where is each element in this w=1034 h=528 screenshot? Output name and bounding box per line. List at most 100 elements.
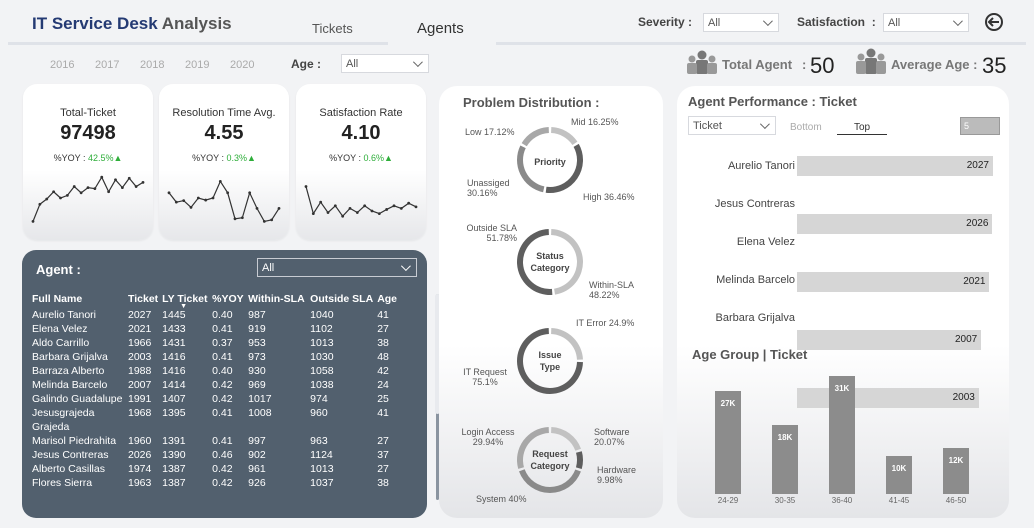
title-underline — [8, 42, 388, 45]
col-yoy[interactable]: %YOY — [210, 290, 246, 308]
tab-agents[interactable]: Agents — [417, 20, 464, 37]
age-bar-30-35[interactable]: 18K — [772, 425, 798, 494]
table-row[interactable]: Galindo Guadalupe 1991 1407 0.42 1017 974 25 — [30, 392, 405, 406]
severity-dropdown[interactable]: All — [703, 13, 779, 32]
table-cell: 997 — [248, 435, 266, 447]
satisfaction-dropdown[interactable]: All — [883, 13, 969, 32]
tab-tickets[interactable]: Tickets — [312, 21, 353, 36]
col-outside-sla[interactable]: Outside SLA — [308, 290, 375, 308]
table-row[interactable]: Aldo Carrillo 1966 1431 0.37 953 1013 38 — [30, 336, 405, 350]
donut-slice-low[interactable] — [521, 127, 549, 147]
table-row[interactable]: Flores Sierra 1963 1387 0.42 926 1037 38 — [30, 476, 405, 490]
age-bar-46-50[interactable]: 12K — [943, 448, 969, 494]
table-cell: 1974 — [128, 463, 152, 475]
table-cell: 27 — [377, 435, 389, 447]
app-title-sub: Analysis — [161, 14, 232, 33]
sparkline-point — [341, 214, 345, 218]
table-cell: 1017 — [248, 393, 272, 405]
sparkline-point — [363, 204, 367, 208]
table-row[interactable]: Jesus Contreras 2026 1390 0.46 902 1124 37 — [30, 448, 405, 462]
age-axis-tick: 36-40 — [831, 496, 853, 505]
kpi-value: 4.55 — [204, 122, 244, 144]
table-cell: 41 — [377, 309, 389, 321]
label-mid: Mid 16.25% — [571, 117, 619, 127]
sparkline-point — [348, 207, 352, 210]
chevron-down-icon — [412, 57, 423, 68]
table-cell: 1988 — [128, 365, 152, 377]
table-cell: 1963 — [128, 477, 152, 489]
donut-slice-high[interactable] — [545, 143, 583, 193]
table-row[interactable]: Melinda Barcelo 2007 1414 0.42 969 1038 24 — [30, 378, 405, 392]
age-bar-label: 10K — [891, 463, 907, 473]
table-cell: 974 — [310, 393, 328, 405]
table-cell: 1390 — [162, 449, 186, 461]
label-high: High 36.46% — [583, 192, 635, 202]
sparkline-point — [65, 194, 69, 197]
average-age-value: 35 — [982, 53, 1007, 78]
navigate-back-icon[interactable] — [984, 12, 1004, 32]
donut-slice-system[interactable] — [519, 469, 581, 493]
col-ly-ticket[interactable]: LY Ticket ▼ — [160, 290, 210, 310]
table-cell: 930 — [248, 365, 266, 377]
table-row[interactable]: Jesusgrajeda Grajeda 1968 1395 0.41 1008 960 4… — [30, 406, 405, 434]
year-2018[interactable]: 2018 — [140, 59, 164, 71]
age-dropdown[interactable]: All — [341, 54, 429, 73]
table-cell: Elena Velez — [32, 323, 88, 335]
table-row[interactable]: Marisol Piedrahita 1960 1391 0.41 997 963 27 — [30, 434, 405, 448]
severity-label: Severity : — [638, 15, 693, 29]
age-bar-36-40[interactable]: 31K — [829, 376, 855, 494]
age-bar-24-29[interactable]: 27K — [715, 391, 741, 494]
total-agent-colon: : — [802, 57, 807, 72]
table-cell: Melinda Barcelo — [32, 379, 108, 391]
sparkline-point — [79, 191, 83, 195]
donut-slice-unassiged[interactable] — [517, 145, 545, 193]
table-cell: 48 — [377, 351, 389, 363]
col-age[interactable]: Age — [375, 290, 405, 308]
donut-center-request: Request Category — [530, 449, 570, 471]
table-cell: 1391 — [162, 435, 186, 447]
year-2020[interactable]: 2020 — [230, 59, 254, 71]
sparkline-point — [196, 196, 200, 200]
sparkline-point — [52, 190, 56, 194]
sort-desc-icon: ▼ — [180, 303, 188, 310]
year-2019[interactable]: 2019 — [185, 59, 209, 71]
table-cell: 1124 — [310, 449, 333, 461]
table-cell: 37 — [377, 449, 389, 461]
table-cell: Aldo Carrillo — [32, 337, 90, 349]
table-row[interactable]: Barraza Alberto 1988 1416 0.40 930 1058 42 — [30, 364, 405, 378]
kpi-yoy: %YOY : 0.3%▲ — [192, 153, 256, 163]
kpi-yoy: %YOY : 0.6%▲ — [329, 153, 393, 163]
table-cell: Barraza Alberto — [32, 365, 105, 377]
year-2016[interactable]: 2016 — [50, 59, 74, 71]
table-cell: 973 — [248, 351, 266, 363]
table-cell: 0.42 — [212, 379, 233, 391]
donut-slice-mid[interactable] — [551, 127, 578, 145]
chevron-down-icon — [952, 16, 963, 27]
year-2017[interactable]: 2017 — [95, 59, 119, 71]
sparkline-point — [93, 187, 97, 191]
table-cell: 1395 — [162, 407, 186, 419]
sparkline-point — [218, 179, 222, 183]
label-it-request: IT Request 75.1% — [463, 367, 507, 387]
sparkline-path — [168, 180, 280, 223]
col-within-sla[interactable]: Within-SLA — [246, 290, 308, 308]
sparkline-point — [270, 218, 274, 222]
col-ticket[interactable]: Ticket — [126, 290, 160, 308]
table-cell: 38 — [377, 477, 389, 489]
table-cell: Barbara Grijalva — [32, 351, 108, 363]
col-full-name[interactable]: Full Name — [30, 290, 126, 308]
agent-filter-dropdown[interactable]: All — [257, 258, 417, 277]
table-row[interactable]: Elena Velez 2021 1433 0.41 919 1102 27 — [30, 322, 405, 336]
label-software: Software 20.07% — [594, 427, 630, 447]
age-bar-41-45[interactable]: 10K — [886, 455, 912, 494]
sparkline-point — [120, 186, 124, 189]
sparkline-point — [226, 191, 230, 195]
sparkline-point — [141, 181, 145, 184]
table-row[interactable]: Alberto Casillas 1974 1387 0.42 961 1013 27 — [30, 462, 405, 476]
sparkline-point — [107, 190, 111, 194]
table-row[interactable]: Aurelio Tanori 2027 1445 0.40 987 1040 41 — [30, 308, 405, 322]
table-row[interactable]: Barbara Grijalva 2003 1416 0.41 973 1030 48 — [30, 350, 405, 364]
table-cell: 1991 — [128, 393, 152, 405]
table-cell: Alberto Casillas — [32, 463, 105, 475]
kpi-title: Resolution Time Avg. — [172, 107, 276, 119]
